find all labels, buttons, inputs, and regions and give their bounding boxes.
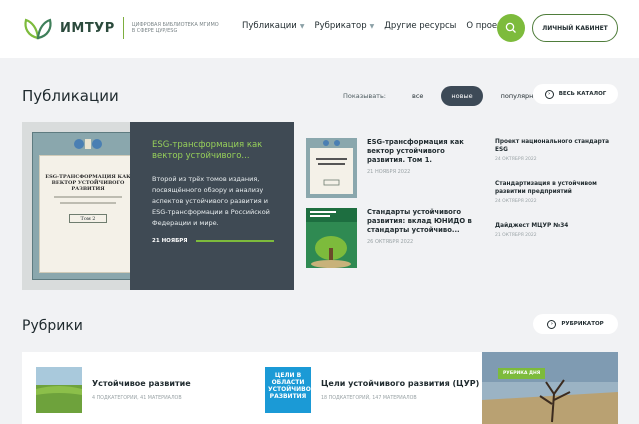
publication-title: Дайджест МЦУР №34: [495, 223, 569, 229]
arrow-right-icon: ›: [544, 89, 554, 99]
rubric-image: [36, 367, 82, 413]
catalog-label: Весь каталог: [558, 91, 607, 97]
filter-all[interactable]: все: [404, 87, 431, 105]
list-item[interactable]: Дайджест МЦУР №34 21 октября 2022: [495, 222, 610, 238]
nav-item-other-resources[interactable]: Другие ресурсы: [384, 21, 456, 31]
featured-date: 21 ноября: [152, 238, 188, 244]
publication-thumbnail: [306, 208, 357, 268]
list-item[interactable]: Стандарты устойчивого развития: вклад ЮН…: [306, 208, 476, 268]
cover-volume: Том 2: [69, 214, 107, 223]
list-item[interactable]: ESG-трансформация как вектор устойчивого…: [306, 138, 476, 198]
logo-subtitle: Цифровая библиотека МГИМО в сфере ЦУР/ES…: [131, 21, 219, 35]
rubrics-title: Рубрики: [22, 318, 83, 334]
rubric-name: Устойчивое развитие: [92, 379, 191, 388]
full-catalog-button[interactable]: › Весь каталог: [533, 84, 618, 104]
logo-divider: [122, 17, 124, 39]
publication-date: 24 октября 2022: [495, 199, 537, 204]
rubric-badge: Рубрика дня: [498, 368, 546, 379]
cover-page: ESG-ТРАНСФОРМАЦИЯ КАК ВЕКТОР УСТОЙЧИВОГО…: [39, 155, 137, 273]
logo-leaf-icon: [22, 14, 54, 42]
rubric-body: Устойчивое развитие 4 подкатегории, 41 м…: [92, 379, 191, 401]
rubric-of-the-day[interactable]: Рубрика дня: [482, 352, 618, 424]
cover-header: [33, 133, 143, 155]
book-cover: ESG-ТРАНСФОРМАЦИЯ КАК ВЕКТОР УСТОЙЧИВОГО…: [32, 132, 142, 280]
cover-title: ESG-ТРАНСФОРМАЦИЯ КАК ВЕКТОР УСТОЙЧИВОГО…: [45, 174, 131, 192]
main-nav: Публикации ▼ Рубрикатор ▼ Другие ресурсы…: [242, 21, 522, 31]
rubric-meta: 18 подкатегорий, 147 материалов: [321, 396, 417, 401]
nav-item-publications[interactable]: Публикации ▼: [242, 21, 304, 31]
filter-label: Показывать:: [343, 92, 386, 100]
chevron-down-icon: ▼: [369, 22, 375, 30]
site-logo[interactable]: ИМТУР Цифровая библиотека МГИМО в сфере …: [22, 14, 222, 42]
publication-date: 21 ноября 2022: [367, 169, 411, 175]
search-button[interactable]: [497, 14, 525, 42]
rubric-body: Цели устойчивого развития (ЦУР) 18 подка…: [321, 379, 479, 401]
sdg-icon: ЦЕЛИ В ОБЛАСТИ УСТОЙЧИВОГО РАЗВИТИЯ: [265, 367, 320, 413]
publication-title: Стандартизация в устойчивом развитии пре…: [495, 181, 597, 195]
list-item-body: ESG-трансформация как вектор устойчивого…: [367, 138, 476, 198]
featured-text: Второй из трёх томов издания, посвящённо…: [152, 175, 270, 227]
rubric-meta: 4 подкатегории, 41 материалов: [92, 396, 182, 401]
publications-filters: Показывать: все новые популярные: [343, 86, 561, 106]
nav-item-label: Другие ресурсы: [384, 21, 457, 31]
arrow-right-icon: ›: [547, 319, 557, 329]
nav-item-rubricator[interactable]: Рубрикатор ▼: [314, 21, 374, 31]
progress-line: [195, 240, 274, 242]
rubric-item[interactable]: Устойчивое развитие 4 подкатегории, 41 м…: [36, 367, 191, 413]
list-item-body: Стандарты устойчивого развития: вклад ЮН…: [367, 208, 476, 268]
publication-title: ESG-трансформация как вектор устойчивого…: [367, 138, 464, 164]
rubric-photo: [482, 352, 618, 424]
rubric-name: Цели устойчивого развития (ЦУР): [321, 379, 480, 388]
filter-new[interactable]: новые: [441, 86, 483, 106]
publication-date: 21 октября 2022: [495, 233, 537, 238]
featured-date-row: 21 ноября: [152, 238, 280, 244]
rubricator-button[interactable]: › Рубрикатор: [533, 314, 618, 334]
personal-cabinet-button[interactable]: Личный кабинет: [532, 14, 618, 42]
rubricator-label: Рубрикатор: [561, 321, 604, 327]
featured-publication[interactable]: ESG-ТРАНСФОРМАЦИЯ КАК ВЕКТОР УСТОЙЧИВОГО…: [22, 122, 294, 290]
publication-title: Проект национального стандарта ESG: [495, 139, 610, 153]
logo-name: ИМТУР: [60, 20, 115, 36]
publications-title: Публикации: [22, 87, 119, 105]
list-item[interactable]: Стандартизация в устойчивом развитии пре…: [495, 180, 610, 204]
featured-title[interactable]: ESG-трансформация как вектор устойчивого…: [152, 140, 280, 162]
sdg-icon-text: ЦЕЛИ В ОБЛАСТИ УСТОЙЧИВОГО РАЗВИТИЯ: [268, 372, 320, 400]
nav-item-label: Рубрикатор: [314, 21, 367, 31]
rubric-item[interactable]: ЦЕЛИ В ОБЛАСТИ УСТОЙЧИВОГО РАЗВИТИЯ Цели…: [265, 367, 479, 413]
publication-date: 24 октября 2022: [495, 157, 537, 162]
cover-line: [60, 202, 116, 204]
chevron-down-icon: ▼: [299, 22, 305, 30]
search-icon: [505, 22, 516, 33]
featured-info: ESG-трансформация как вектор устойчивого…: [130, 122, 294, 290]
site-header: ИМТУР Цифровая библиотека МГИМО в сфере …: [0, 0, 639, 58]
publication-thumbnail: [306, 138, 357, 198]
publication-date: 26 октября 2022: [367, 239, 414, 245]
featured-cover-area: ESG-ТРАНСФОРМАЦИЯ КАК ВЕКТОР УСТОЙЧИВОГО…: [22, 122, 142, 290]
publication-title: Стандарты устойчивого развития: вклад ЮН…: [367, 208, 472, 234]
nav-item-label: Публикации: [242, 21, 297, 31]
cover-line: [54, 196, 122, 198]
list-item[interactable]: Проект национального стандарта ESG 24 ок…: [495, 138, 610, 162]
